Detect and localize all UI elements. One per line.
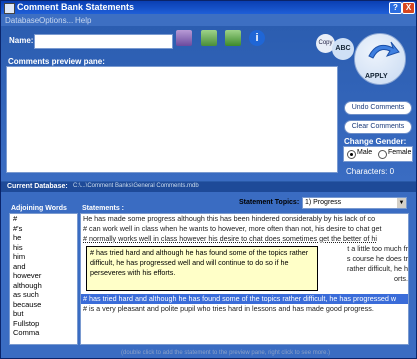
list-item[interactable]: however: [10, 271, 77, 281]
statement-row[interactable]: # can work well in class when he wants t…: [81, 224, 408, 234]
list-item[interactable]: he: [10, 233, 77, 243]
name-label: Name:: [9, 36, 34, 45]
list-item[interactable]: although: [10, 281, 77, 291]
female-radio[interactable]: [378, 150, 387, 159]
status-hint: (double click to add the statement to th…: [121, 350, 331, 356]
statements-label: Statements :: [82, 205, 125, 212]
list-item[interactable]: as such: [10, 290, 77, 300]
statement-tooltip: # has tried hard and although he has fou…: [86, 246, 318, 291]
database-bar: Current Database: C:\...\Comment Banks\G…: [1, 182, 416, 192]
database-label: Current Database:: [7, 183, 68, 190]
preview-label: Comments preview pane:: [8, 57, 105, 66]
female-label: Female: [388, 149, 412, 156]
gender-label: Change Gender:: [344, 137, 407, 146]
statement-row-tail: orts.: [394, 274, 408, 283]
statement-row[interactable]: He has made some progress although this …: [81, 214, 408, 224]
app-icon: [4, 3, 15, 14]
male-label: Male: [357, 149, 373, 156]
statement-row[interactable]: # is a very pleasant and polite pupil wh…: [81, 304, 408, 314]
preview-pane[interactable]: [6, 66, 338, 173]
undo-comments-button[interactable]: Undo Comments: [344, 101, 412, 115]
bottom-panel: Statement Topics: 1) Progress ▼ Adjoinin…: [1, 192, 416, 358]
list-item[interactable]: Comma: [10, 328, 77, 338]
notebook-edit-icon[interactable]: [201, 30, 217, 46]
help-button[interactable]: ?: [389, 2, 402, 14]
apply-label: APPLY: [365, 73, 388, 80]
menu-database[interactable]: Database: [5, 16, 39, 25]
statement-row[interactable]: # normally works well in class however h…: [81, 234, 408, 244]
name-input[interactable]: [34, 34, 173, 49]
chevron-down-icon[interactable]: ▼: [397, 198, 406, 208]
list-item[interactable]: #: [10, 214, 77, 224]
list-item[interactable]: and: [10, 262, 77, 272]
statement-row-tail: t a little too much fr: [347, 244, 408, 253]
top-panel: Name: i Copy ABC APPLY Comments preview …: [1, 26, 416, 181]
male-radio[interactable]: [347, 150, 356, 159]
characters-count: Characters: 0: [346, 167, 395, 176]
gender-group: Male Female: [343, 146, 413, 162]
clear-comments-button[interactable]: Clear Comments: [344, 120, 412, 134]
menu-bar: Database Options... Help: [1, 14, 416, 26]
list-item[interactable]: Fullstop: [10, 319, 77, 329]
database-path: C:\...\Comment Banks\General Comments.md…: [73, 183, 199, 189]
list-item[interactable]: his: [10, 243, 77, 253]
menu-help[interactable]: Help: [75, 16, 91, 25]
list-item[interactable]: him: [10, 252, 77, 262]
list-item[interactable]: but: [10, 309, 77, 319]
topics-select[interactable]: 1) Progress ▼: [302, 197, 407, 209]
close-button[interactable]: X: [402, 2, 415, 14]
window-title: Comment Bank Statements: [17, 2, 135, 12]
statement-row-tail: rather difficult, he h: [347, 264, 408, 273]
statement-row-selected[interactable]: # has tried hard and although he has fou…: [81, 294, 408, 304]
notebook-icon[interactable]: [176, 30, 192, 46]
main-window: Comment Bank Statements ? X Database Opt…: [0, 0, 417, 359]
menu-options[interactable]: Options...: [39, 16, 73, 25]
info-icon[interactable]: i: [249, 30, 265, 46]
topics-label: Statement Topics:: [239, 199, 300, 206]
statement-row-tail: s course he does tr: [346, 254, 408, 263]
spellcheck-button[interactable]: ABC: [332, 38, 354, 60]
title-bar: Comment Bank Statements ? X: [1, 1, 416, 14]
list-item[interactable]: #'s: [10, 224, 77, 234]
adjoining-words-list[interactable]: # #'s he his him and however although as…: [9, 213, 78, 345]
notebook-add-icon[interactable]: [225, 30, 241, 46]
topics-value: 1) Progress: [305, 199, 342, 206]
adjoining-words-label: Adjoining Words: [11, 205, 67, 212]
list-item[interactable]: because: [10, 300, 77, 310]
